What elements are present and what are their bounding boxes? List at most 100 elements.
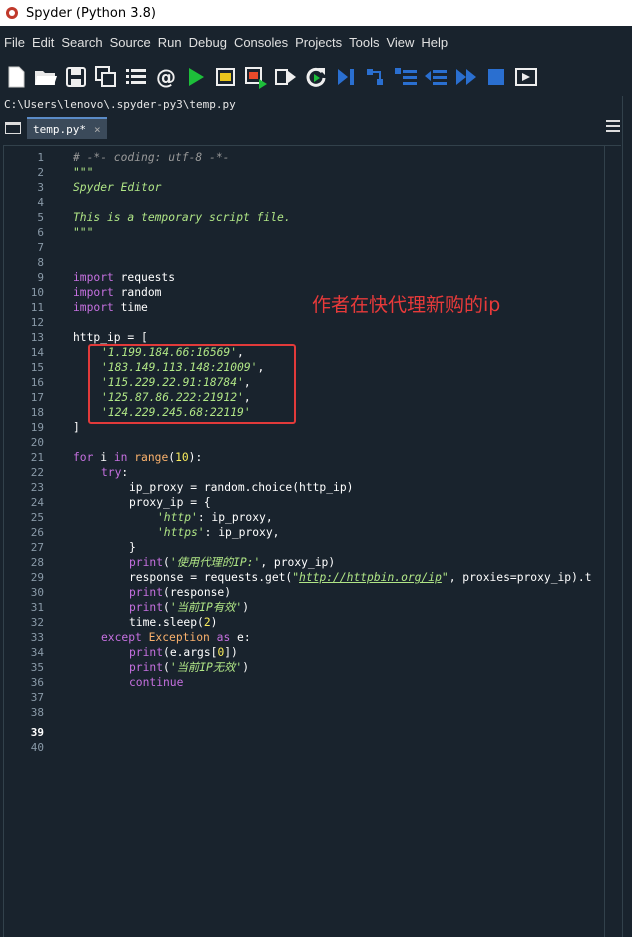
line-number: 26 [30,526,44,539]
line-number: 27 [30,541,44,554]
code-line: import requests [73,271,176,284]
line-number: 34 [30,646,44,659]
line-number: 12 [30,316,44,329]
continue-icon[interactable] [454,65,478,89]
stop-icon[interactable] [484,65,508,89]
line-number: 3 [37,181,44,194]
at-icon[interactable]: @ [154,65,178,89]
code-line: ip_proxy = random.choice(http_ip) [129,481,354,494]
line-number: 2 [37,166,44,179]
tab-temp-py[interactable]: temp.py* × [27,117,107,139]
code-line: print('当前IP无效') [129,661,250,674]
menu-file[interactable]: File [4,35,25,50]
editor-tab-bar: temp.py* × [0,114,632,142]
code-line: http_ip = [ [73,331,148,344]
close-tab-icon[interactable]: × [94,123,101,136]
line-number: 5 [37,211,44,224]
menu-tools[interactable]: Tools [349,35,379,50]
line-number: 10 [30,286,44,299]
debug-icon[interactable] [334,65,358,89]
line-number: 32 [30,616,44,629]
menu-edit[interactable]: Edit [32,35,54,50]
code-area[interactable]: # -*- coding: utf-8 -*- """ Spyder Edito… [69,146,604,937]
line-number: 25 [30,511,44,524]
menu-consoles[interactable]: Consoles [234,35,288,50]
code-line: print(e.args[0]) [129,646,238,659]
code-line: # -*- coding: utf-8 -*- [73,151,230,164]
code-line: except Exception as e: [101,631,251,644]
line-number: 37 [30,691,44,704]
run-cell-advance-icon[interactable] [244,65,268,89]
line-number: 18 [30,406,44,419]
code-line: continue [129,676,184,689]
file-path: C:\Users\lenovo\.spyder-py3\temp.py [0,96,632,114]
line-number: 16 [30,376,44,389]
line-number: 4 [37,196,44,209]
options-menu-icon[interactable] [606,120,620,132]
menu-source[interactable]: Source [110,35,151,50]
code-line: print(response) [129,586,232,599]
save-all-icon[interactable] [94,65,118,89]
line-number: 30 [30,586,44,599]
menu-projects[interactable]: Projects [295,35,342,50]
line-number: 15 [30,361,44,374]
code-line: import random [73,286,162,299]
code-line: Spyder Editor [73,181,162,194]
browse-tabs-icon[interactable] [5,122,21,134]
line-number: 40 [30,741,44,754]
line-number: 21 [30,451,44,464]
menu-search[interactable]: Search [61,35,102,50]
line-number: 24 [30,496,44,509]
code-line: } [129,541,136,554]
menu-view[interactable]: View [386,35,414,50]
title-bar: Spyder (Python 3.8) [0,0,632,26]
line-number: 19 [30,421,44,434]
open-folder-icon[interactable] [34,65,58,89]
line-number: 22 [30,466,44,479]
menu-bar: File Edit Search Source Run Debug Consol… [0,26,632,58]
line-number: 29 [30,571,44,584]
code-line: response = requests.get("http://httpbin.… [129,571,592,584]
annotation-text: 作者在快代理新购的ip [312,294,501,316]
menu-debug[interactable]: Debug [189,35,227,50]
code-line: time.sleep(2) [129,616,218,629]
line-number: 6 [37,226,44,239]
window-title: Spyder (Python 3.8) [26,5,156,21]
step-return-icon[interactable] [424,65,448,89]
run-icon[interactable] [184,65,208,89]
line-number: 13 [30,331,44,344]
step-icon[interactable] [364,65,388,89]
pane-scrollbar[interactable] [622,96,632,937]
step-into-icon[interactable] [394,65,418,89]
line-number: 14 [30,346,44,359]
line-number: 11 [30,301,44,314]
line-number-current: 39 [30,726,44,739]
code-line: 'http': ip_proxy, [157,511,273,524]
code-line: for i in range(10): [73,451,203,464]
run-cell-icon[interactable] [214,65,238,89]
highlight-box [88,344,296,424]
line-number: 20 [30,436,44,449]
line-number: 1 [37,151,44,164]
line-number: 33 [30,631,44,644]
maximize-pane-icon[interactable] [514,65,538,89]
run-selection-icon[interactable] [274,65,298,89]
line-number: 35 [30,661,44,674]
menu-run[interactable]: Run [158,35,182,50]
new-file-icon[interactable] [4,65,28,89]
re-run-icon[interactable] [304,65,328,89]
menu-help[interactable]: Help [421,35,448,50]
line-number: 38 [30,706,44,719]
outline-icon[interactable] [124,65,148,89]
code-line: proxy_ip = { [129,496,211,509]
spyder-logo-icon [6,7,18,19]
line-number: 8 [37,256,44,269]
tab-label: temp.py* [33,122,86,136]
line-number: 7 [37,241,44,254]
line-number: 17 [30,391,44,404]
code-line: """ [73,226,94,239]
line-number: 31 [30,601,44,614]
code-line: ] [73,421,80,434]
save-icon[interactable] [64,65,88,89]
editor-scrollbar[interactable] [604,146,621,937]
